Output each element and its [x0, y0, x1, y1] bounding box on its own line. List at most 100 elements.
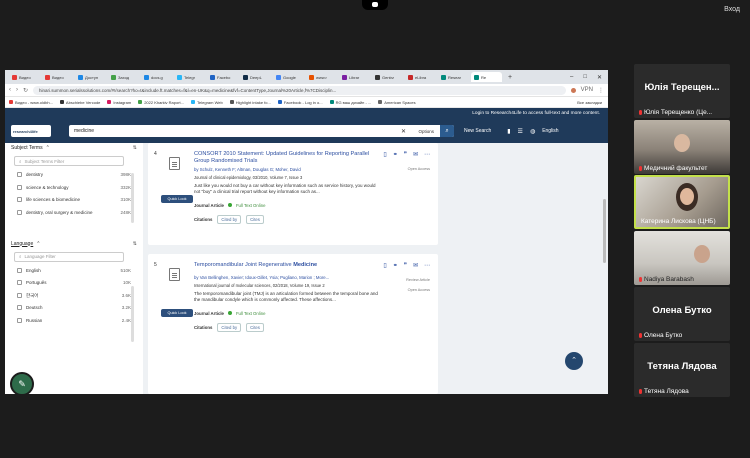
facet-option[interactable]: Russian 2.4K — [11, 317, 131, 331]
facet-checkbox[interactable] — [17, 209, 22, 215]
globe-icon[interactable]: ◍ — [530, 128, 535, 135]
bookmark-icon[interactable]: ▮ — [507, 128, 510, 135]
sort-icon[interactable]: ⇅ — [133, 145, 137, 151]
vpn-badge[interactable]: VPN — [581, 87, 593, 93]
more-icon[interactable]: ⋯ — [424, 262, 430, 269]
email-icon[interactable]: ✉ — [413, 151, 418, 158]
forward-icon[interactable]: › — [16, 87, 18, 93]
browser-tab[interactable]: eLibra — [405, 72, 436, 82]
cites-button[interactable]: Cites — [246, 214, 264, 224]
facet-option[interactable]: science & technology 332K — [11, 184, 131, 198]
search-icon[interactable]: ⌕ — [440, 125, 454, 137]
result-authors[interactable]: by Schulz, Kenneth F; Altman, Douglas G;… — [194, 167, 379, 173]
fulltext-link[interactable]: Full Text Online — [236, 203, 266, 208]
subject-terms-header[interactable]: Subject Terms ⌃ ⇅ — [11, 145, 143, 151]
bookmark-item[interactable]: Видео - www.oldbh... — [9, 100, 53, 105]
browser-tab[interactable]: Доступ — [75, 72, 106, 82]
quote-icon[interactable]: ❞ — [404, 262, 407, 269]
bookmark-item[interactable]: Telegram Web — [191, 100, 223, 105]
subject-terms-filter-input[interactable]: ⌕ Subject Terms Filter — [14, 156, 124, 166]
new-search-link[interactable]: New Search — [464, 128, 491, 134]
reload-icon[interactable]: ↻ — [23, 87, 28, 94]
language-header[interactable]: Language ⌃ ⇅ — [11, 241, 143, 247]
all-bookmarks-folder[interactable]: Все закладки — [577, 100, 608, 105]
facet-option[interactable]: dentistry, oral surgery & medicine 248K — [11, 209, 131, 227]
bookmark-item[interactable]: Highlight intake fo... — [229, 100, 271, 105]
participant-tile-active-speaker[interactable]: Катерина Лискова (ЦНБ) — [634, 175, 730, 229]
facet-checkbox[interactable] — [17, 197, 22, 202]
result-title[interactable]: Temporomandibular Joint Regenerative Med… — [194, 262, 379, 269]
facet-option[interactable]: 한국어 3.6K — [11, 292, 131, 306]
facet-option[interactable]: dentistry 398K — [11, 172, 131, 185]
more-icon[interactable]: ⋯ — [424, 151, 430, 158]
bookmark-item[interactable]: Facebook - Log in o... — [277, 100, 323, 105]
options-button[interactable]: Options — [418, 129, 434, 134]
new-tab-icon[interactable]: + — [508, 74, 512, 81]
minimize-icon[interactable]: – — [570, 74, 573, 81]
url-field[interactable]: hinari.summon.serialssolutions.com/#!/se… — [33, 85, 566, 95]
browser-tab[interactable]: DeepL — [240, 72, 271, 82]
email-icon[interactable]: ✉ — [413, 262, 418, 269]
quote-icon[interactable]: ❞ — [404, 151, 407, 158]
participant-tile[interactable]: Медичний факультет — [634, 120, 730, 174]
extension-icon[interactable] — [570, 87, 576, 93]
browser-tab[interactable]: Librar — [339, 72, 370, 82]
login-banner[interactable]: Login to Research4Life to access full-te… — [5, 108, 608, 119]
browser-tab[interactable]: Telegr — [174, 72, 205, 82]
browser-tab[interactable]: Заход — [108, 72, 139, 82]
browser-tab[interactable]: Re — [471, 72, 502, 82]
scroll-to-top-button[interactable]: ⌃ — [565, 352, 583, 370]
participant-tile[interactable]: Юлія Терещен... Юлія Терещенко (Це... — [634, 64, 730, 118]
language-selector[interactable]: English — [542, 128, 558, 134]
bookmark-icon[interactable]: ▯ — [383, 151, 386, 158]
result-authors[interactable]: by Van Bellinghen, Xavier; Idoux-Gillet,… — [194, 275, 379, 281]
maximize-icon[interactable]: □ — [583, 74, 587, 81]
facet-option[interactable]: English 510K — [11, 267, 131, 281]
facet-checkbox[interactable] — [17, 172, 22, 177]
link-icon[interactable]: ⚭ — [393, 151, 398, 158]
facet-checkbox[interactable] — [17, 267, 22, 273]
browser-tab[interactable]: Gentrz — [372, 72, 403, 82]
participant-tile[interactable]: Тетяна Лядова Тетяна Лядова — [634, 343, 730, 397]
bookmark-item[interactable]: American Spaces — [378, 100, 416, 105]
language-filter-input[interactable]: ⌕ Language Filter — [14, 251, 124, 262]
page-scrollbar[interactable] — [603, 199, 606, 263]
bookmark-item[interactable]: Instagram — [107, 100, 131, 105]
facet-checkbox[interactable] — [17, 280, 22, 285]
facet-checkbox[interactable] — [17, 292, 22, 298]
back-icon[interactable]: ‹ — [9, 87, 11, 93]
quick-look-button[interactable]: Quick Look — [161, 195, 193, 203]
browser-tab[interactable]: Видео — [42, 72, 73, 82]
facet-checkbox[interactable] — [17, 184, 22, 190]
research4life-logo[interactable]: research4life — [11, 125, 51, 137]
browser-tab[interactable]: Facebo — [207, 72, 238, 82]
link-icon[interactable]: ⚭ — [393, 262, 398, 269]
search-box[interactable]: medicine ✕ Options ⌕ — [69, 125, 454, 137]
facet-option[interactable]: Deutsch 3.2K — [11, 305, 131, 318]
menu-dots-icon[interactable]: ⋮ — [598, 87, 604, 94]
browser-tab[interactable]: Resear — [438, 72, 469, 82]
bookmark-item[interactable]: Abschiebe Vercode — [59, 100, 100, 105]
language-scrollbar[interactable] — [131, 286, 134, 342]
facet-option[interactable]: Português 10K — [11, 280, 131, 293]
fulltext-link[interactable]: Full Text Online — [236, 311, 266, 316]
sort-icon[interactable]: ⇅ — [133, 241, 137, 247]
camera-toggle-icon[interactable] — [362, 0, 388, 10]
close-icon[interactable]: ✕ — [597, 74, 602, 81]
hamburger-menu-icon[interactable]: ☰ — [518, 128, 523, 135]
facet-option[interactable]: life sciences & biomedicine 310K — [11, 197, 131, 210]
result-title[interactable]: CONSORT 2010 Statement: Updated Guidelin… — [194, 151, 379, 165]
facet-checkbox[interactable] — [17, 317, 22, 323]
bookmark-icon[interactable]: ▯ — [383, 262, 386, 269]
browser-tab[interactable]: docs.g — [141, 72, 172, 82]
bookmark-item[interactable]: RG ваш дизайн - ... — [329, 100, 371, 105]
bookmark-item[interactable]: 2022 Kharkiv Raport... — [138, 100, 184, 105]
clear-search-icon[interactable]: ✕ — [401, 128, 406, 135]
browser-tab[interactable]: Google — [273, 72, 304, 82]
cites-button[interactable]: Cites — [246, 322, 264, 332]
annotate-pencil-icon[interactable]: ✎ — [10, 372, 34, 396]
participant-tile[interactable]: Nadiya Barabash — [634, 231, 730, 285]
search-input[interactable]: medicine — [74, 128, 94, 134]
facet-checkbox[interactable] — [17, 305, 22, 310]
quick-look-button[interactable]: Quick Look — [161, 309, 193, 317]
